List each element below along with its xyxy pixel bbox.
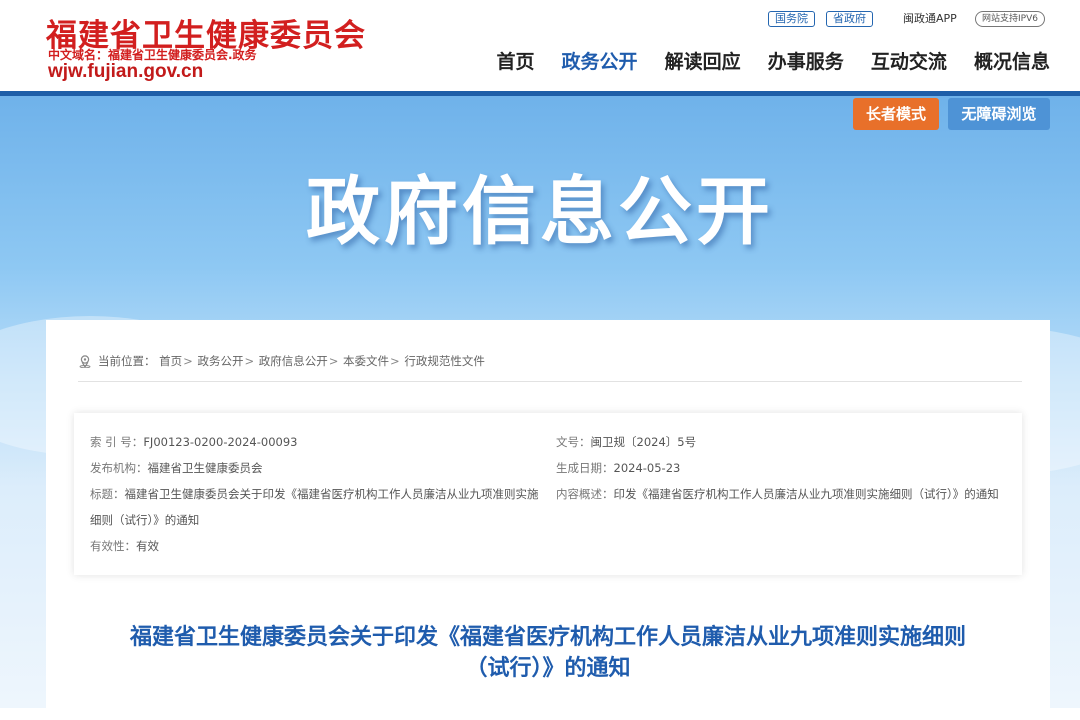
app-link[interactable]: 闽政通APP: [903, 11, 957, 27]
main-nav: 首页 政务公开 解读回应 办事服务 互动交流 概况信息: [474, 48, 1050, 76]
breadcrumb: 当前位置： 首页> 政务公开> 政府信息公开> 本委文件> 行政规范性文件: [78, 352, 485, 370]
accessible-browse-button[interactable]: 无障碍浏览: [948, 98, 1050, 130]
ipv6-badge: 网站支持IPV6: [975, 11, 1045, 27]
nav-overview[interactable]: 概况信息: [974, 48, 1050, 76]
meta-publisher: 发布机构：福建省卫生健康委员会: [90, 461, 263, 475]
breadcrumb-separator: >: [183, 354, 193, 368]
elder-mode-button[interactable]: 长者模式: [853, 98, 939, 130]
meta-validity: 有效性：有效: [90, 539, 159, 553]
nav-gov-affairs[interactable]: 政务公开: [562, 48, 638, 76]
breadcrumb-gov-affairs[interactable]: 政务公开: [197, 354, 243, 368]
nav-interaction[interactable]: 互动交流: [871, 48, 947, 76]
document-title: 福建省卫生健康委员会关于印发《福建省医疗机构工作人员廉洁从业九项准则实施细则 （…: [46, 622, 1050, 684]
meta-summary: 内容概述：印发《福建省医疗机构工作人员廉洁从业九项准则实施细则（试行）》的通知: [556, 487, 999, 501]
breadcrumb-normative-docs[interactable]: 行政规范性文件: [404, 354, 485, 368]
document-title-line1: 福建省卫生健康委员会关于印发《福建省医疗机构工作人员廉洁从业九项准则实施细则: [129, 625, 966, 650]
document-metadata: 索 引 号：FJ00123-0200-2024-00093 文号：闽卫规〔202…: [74, 413, 1022, 575]
site-header: 福建省卫生健康委员会 中文域名：福建省卫生健康委员会.政务 wjw.fujian…: [0, 0, 1080, 91]
logo-url: wjw.fujian.gov.cn: [48, 61, 204, 82]
location-icon: [79, 355, 91, 368]
banner-title: 政府信息公开: [306, 169, 774, 255]
nav-home[interactable]: 首页: [496, 48, 534, 76]
breadcrumb-info-disclosure[interactable]: 政府信息公开: [259, 354, 328, 368]
breadcrumb-separator: >: [390, 354, 400, 368]
breadcrumb-separator: >: [244, 354, 255, 368]
nav-services[interactable]: 办事服务: [768, 48, 844, 76]
meta-index-no: 索 引 号：FJ00123-0200-2024-00093: [90, 435, 298, 449]
nav-interpretation[interactable]: 解读回应: [665, 48, 741, 76]
breadcrumb-divider: [78, 381, 1022, 382]
breadcrumb-committee-docs[interactable]: 本委文件: [343, 354, 389, 368]
document-title-line2: （试行）》的通知: [465, 656, 631, 681]
breadcrumb-separator: >: [328, 354, 339, 368]
breadcrumb-prefix: 当前位置：: [98, 354, 156, 368]
province-gov-link[interactable]: 省政府: [826, 11, 873, 27]
breadcrumb-home[interactable]: 首页: [159, 354, 182, 368]
state-council-link[interactable]: 国务院: [768, 11, 815, 27]
meta-doc-no: 文号：闽卫规〔2024〕5号: [556, 435, 697, 449]
content-card: 当前位置： 首页> 政务公开> 政府信息公开> 本委文件> 行政规范性文件 索 …: [46, 320, 1050, 720]
meta-title: 标题：福建省卫生健康委员会关于印发《福建省医疗机构工作人员廉洁从业九项准则实施细…: [90, 487, 539, 527]
meta-date: 生成日期：2024-05-23: [556, 461, 681, 475]
